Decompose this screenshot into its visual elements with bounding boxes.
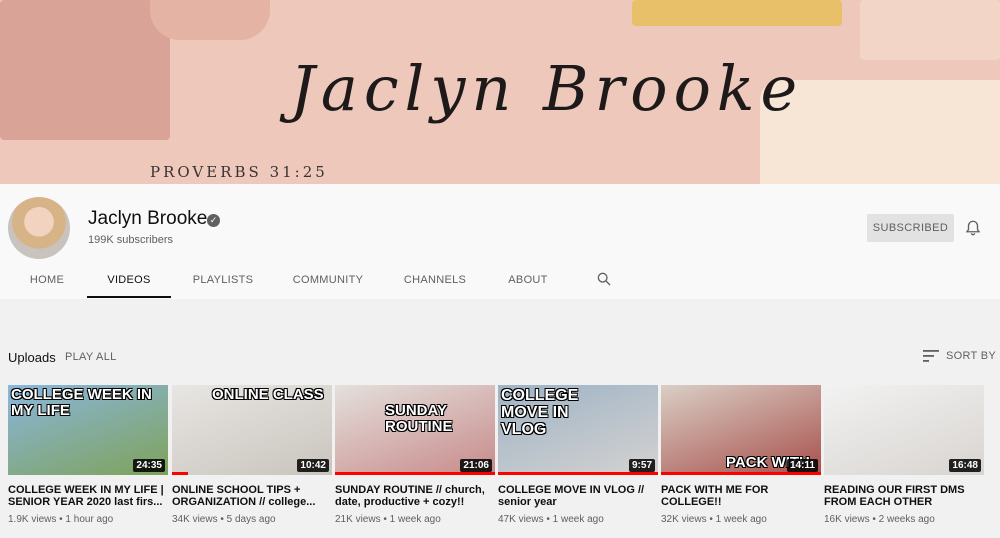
thumbnail-text: SUNDAY ROUTINE bbox=[385, 402, 453, 435]
video-thumbnail[interactable]: COLLEGE WEEK IN MY LIFE 24:35 bbox=[8, 385, 168, 475]
duration-badge: 24:35 bbox=[133, 459, 165, 472]
upload-age: 2 weeks ago bbox=[878, 514, 935, 525]
subscriber-count: 199K subscribers bbox=[88, 234, 173, 246]
watch-progress-bar bbox=[335, 472, 495, 475]
upload-age: 1 hour ago bbox=[65, 514, 114, 525]
video-meta: 34K views • 5 days ago bbox=[172, 514, 276, 525]
banner-brush-stroke bbox=[860, 0, 1000, 60]
channel-banner: Jaclyn Brooke PROVERBS 31:25 bbox=[0, 0, 1000, 184]
video-thumbnail[interactable]: ONLINE CLASS 10:42 bbox=[172, 385, 332, 475]
banner-brush-stroke bbox=[632, 0, 842, 26]
channel-name: Jaclyn Brooke bbox=[88, 208, 208, 229]
tab-videos[interactable]: VIDEOS bbox=[87, 262, 171, 298]
tab-playlists[interactable]: PLAYLISTS bbox=[188, 262, 258, 298]
view-count: 32K views bbox=[661, 514, 707, 525]
video-card[interactable]: ONLINE CLASS 10:42 ONLINE SCHOOL TIPS + … bbox=[172, 385, 332, 525]
verified-check-icon: ✓ bbox=[207, 214, 220, 227]
watch-progress-bar bbox=[661, 472, 821, 475]
view-count: 47K views bbox=[498, 514, 544, 525]
tab-home[interactable]: HOME bbox=[20, 262, 74, 298]
view-count: 34K views bbox=[172, 514, 218, 525]
sort-icon[interactable] bbox=[923, 350, 939, 362]
video-thumbnail[interactable]: PACK WITH 14:11 bbox=[661, 385, 821, 475]
video-card[interactable]: 16:48 READING OUR FIRST DMS FROM EACH OT… bbox=[824, 385, 984, 525]
thumbnail-text: COLLEGE MOVE IN VLOG bbox=[501, 387, 579, 438]
thumbnail-text: COLLEGE WEEK IN MY LIFE bbox=[11, 386, 152, 419]
view-count: 21K views bbox=[335, 514, 381, 525]
tab-community[interactable]: COMMUNITY bbox=[290, 262, 366, 298]
search-icon[interactable] bbox=[596, 271, 612, 287]
video-thumbnail[interactable]: SUNDAY ROUTINE 21:06 bbox=[335, 385, 495, 475]
video-meta: 47K views • 1 week ago bbox=[498, 514, 604, 525]
video-card[interactable]: PACK WITH 14:11 PACK WITH ME FOR COLLEGE… bbox=[661, 385, 821, 525]
upload-age: 5 days ago bbox=[226, 514, 276, 525]
video-thumbnail[interactable]: 16:48 bbox=[824, 385, 984, 475]
view-count: 1.9K views bbox=[8, 514, 57, 525]
duration-badge: 21:06 bbox=[460, 459, 492, 472]
uploads-title: Uploads bbox=[8, 350, 56, 365]
view-count: 16K views bbox=[824, 514, 870, 525]
video-meta: 21K views • 1 week ago bbox=[335, 514, 441, 525]
sort-by-button[interactable]: SORT BY bbox=[946, 350, 996, 362]
video-card[interactable]: COLLEGE MOVE IN VLOG 9:57 COLLEGE MOVE I… bbox=[498, 385, 658, 525]
upload-age: 1 week ago bbox=[389, 514, 441, 525]
video-card[interactable]: SUNDAY ROUTINE 21:06 SUNDAY ROUTINE // c… bbox=[335, 385, 495, 525]
upload-age: 1 week ago bbox=[715, 514, 767, 525]
video-title[interactable]: COLLEGE MOVE IN VLOG // senior year bbox=[498, 484, 658, 508]
thumbnail-text: ONLINE CLASS bbox=[212, 386, 324, 403]
video-meta: 16K views • 2 weeks ago bbox=[824, 514, 935, 525]
duration-badge: 10:42 bbox=[297, 459, 329, 472]
video-title[interactable]: SUNDAY ROUTINE // church, date, producti… bbox=[335, 484, 495, 508]
duration-badge: 16:48 bbox=[949, 459, 981, 472]
tab-channels[interactable]: CHANNELS bbox=[400, 262, 470, 298]
watch-progress-bar bbox=[498, 472, 658, 475]
banner-verse: PROVERBS 31:25 bbox=[150, 163, 328, 181]
subscribed-button[interactable]: SUBSCRIBED bbox=[867, 214, 954, 242]
duration-badge: 9:57 bbox=[628, 459, 655, 472]
video-meta: 32K views • 1 week ago bbox=[661, 514, 767, 525]
video-title[interactable]: COLLEGE WEEK IN MY LIFE | SENIOR YEAR 20… bbox=[8, 484, 168, 508]
tab-about[interactable]: ABOUT bbox=[503, 262, 553, 298]
video-title[interactable]: READING OUR FIRST DMS FROM EACH OTHER bbox=[824, 484, 984, 508]
watch-progress-bar bbox=[172, 472, 188, 475]
video-meta: 1.9K views • 1 hour ago bbox=[8, 514, 114, 525]
channel-tabs: HOME VIDEOS PLAYLISTS COMMUNITY CHANNELS… bbox=[0, 262, 1000, 298]
banner-brush-stroke bbox=[0, 0, 170, 140]
video-card[interactable]: COLLEGE WEEK IN MY LIFE 24:35 COLLEGE WE… bbox=[8, 385, 168, 525]
video-thumbnail[interactable]: COLLEGE MOVE IN VLOG 9:57 bbox=[498, 385, 658, 475]
video-title[interactable]: ONLINE SCHOOL TIPS + ORGANIZATION // col… bbox=[172, 484, 332, 508]
banner-title: Jaclyn Brooke bbox=[290, 52, 804, 125]
upload-age: 1 week ago bbox=[552, 514, 604, 525]
duration-badge: 14:11 bbox=[786, 459, 818, 472]
banner-brush-stroke bbox=[150, 0, 270, 40]
play-all-button[interactable]: PLAY ALL bbox=[65, 351, 117, 363]
video-title[interactable]: PACK WITH ME FOR COLLEGE!! bbox=[661, 484, 821, 508]
avatar[interactable] bbox=[8, 197, 70, 259]
notification-bell-icon[interactable] bbox=[964, 219, 982, 237]
